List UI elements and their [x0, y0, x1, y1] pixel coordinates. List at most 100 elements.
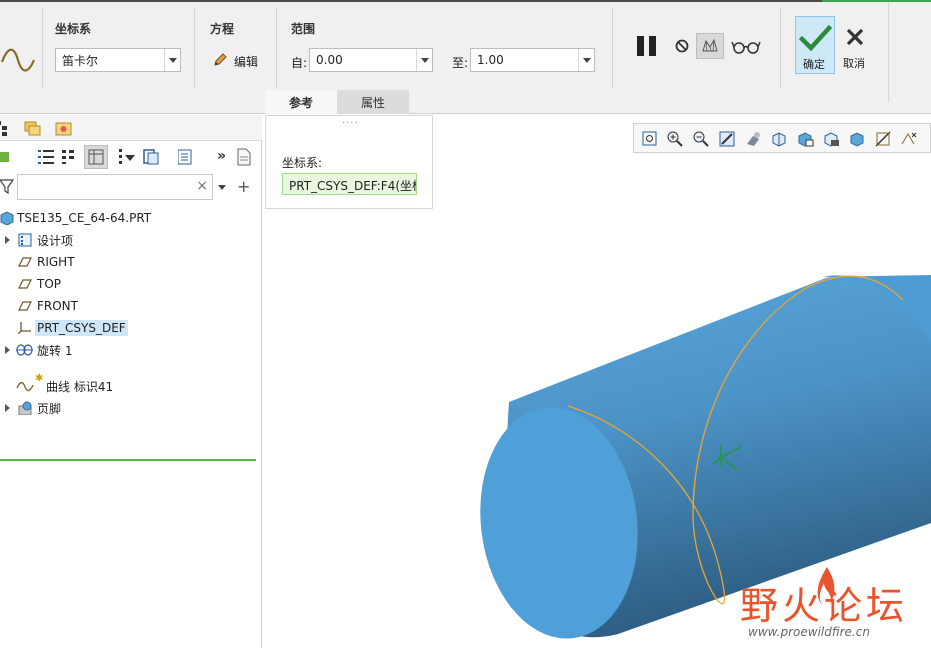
tree-search-input[interactable]: ×	[17, 174, 213, 200]
tab-references-label: 参考	[289, 95, 314, 110]
tree-item-top[interactable]: TOP	[0, 273, 262, 295]
datum-display-icon[interactable]	[874, 130, 892, 148]
chevron-down-icon[interactable]	[416, 49, 432, 71]
verify-button[interactable]	[730, 35, 762, 57]
tab-references[interactable]: 参考	[265, 90, 338, 114]
chevron-down-icon[interactable]	[164, 49, 180, 71]
add-icon[interactable]: +	[237, 177, 250, 196]
range-group-title: 范围	[291, 22, 316, 36]
part-icon	[0, 211, 14, 225]
saved-orientations-icon[interactable]	[770, 130, 788, 148]
separator	[194, 8, 195, 88]
expand-icon[interactable]	[2, 345, 12, 355]
preview-mesh-icon	[702, 38, 718, 52]
tree-settings-icon[interactable]	[38, 149, 56, 165]
document-icon[interactable]	[237, 148, 251, 166]
layer-tree-icon[interactable]	[143, 149, 159, 165]
tree-root-label: TSE135_CE_64-64.PRT	[17, 211, 152, 225]
expand-icon[interactable]	[2, 235, 12, 245]
pause-icon	[637, 36, 656, 56]
to-value-input[interactable]: 1.00	[470, 48, 595, 72]
edit-equation-button[interactable]: 编辑	[212, 50, 262, 70]
chevron-down-icon[interactable]	[218, 185, 226, 190]
model-tree-panel: » × + TSE135_CE_64-64.PRT 设计项 RIGHT TOP …	[0, 115, 262, 648]
datum-plane-icon	[18, 301, 32, 311]
filter-icon[interactable]	[0, 179, 14, 195]
curve-icon	[16, 381, 34, 392]
equation-group-title: 方程	[210, 22, 235, 36]
tree-item-csys[interactable]: PRT_CSYS_DEF	[0, 317, 262, 339]
show-filter-icon[interactable]	[119, 149, 137, 165]
coord-system-collector[interactable]: PRT_CSYS_DEF:F4(坐标	[282, 173, 417, 195]
prohibit-icon	[675, 39, 689, 53]
repaint-icon[interactable]	[718, 130, 736, 148]
pause-button[interactable]	[633, 33, 661, 59]
feature-dashboard: 坐标系 笛卡尔 方程 编辑 范围 自: 0.00 至: 1.00 确定 取消 参…	[0, 0, 931, 114]
refit-icon[interactable]	[641, 130, 659, 148]
tree-list-icon[interactable]	[178, 149, 192, 165]
ok-button[interactable]: 确定	[795, 16, 835, 74]
tree-item-label: RIGHT	[37, 255, 75, 269]
tree-item-footer[interactable]: 页脚	[0, 397, 262, 419]
tree-root[interactable]: TSE135_CE_64-64.PRT	[0, 207, 262, 229]
preview-toggle-button[interactable]	[696, 33, 724, 59]
pencil-icon	[214, 53, 227, 66]
columns-icon	[88, 149, 104, 165]
tree-filter-icon[interactable]	[62, 149, 76, 165]
design-items-icon	[18, 233, 32, 247]
tree-item-label: 旋转 1	[37, 343, 73, 358]
model-icon[interactable]	[0, 149, 10, 165]
app-window: 坐标系 笛卡尔 方程 编辑 范围 自: 0.00 至: 1.00 确定 取消 参…	[0, 0, 931, 648]
close-icon	[846, 28, 864, 46]
checkmark-icon	[798, 24, 833, 52]
from-value: 0.00	[316, 53, 343, 67]
zoom-out-icon[interactable]	[692, 130, 710, 148]
coord-type-dropdown[interactable]: 笛卡尔	[55, 48, 181, 72]
to-value: 1.00	[477, 53, 504, 67]
ok-label: 确定	[803, 58, 825, 71]
tree-item-label: FRONT	[37, 299, 78, 313]
tree-item-front[interactable]: FRONT	[0, 295, 262, 317]
tree-item-curve[interactable]: ✱ 曲线 标识41	[0, 373, 262, 397]
tree-columns-button[interactable]	[84, 145, 108, 169]
edit-label: 编辑	[234, 55, 259, 69]
tree-item-label: TOP	[37, 277, 62, 291]
tab-properties[interactable]: 属性	[337, 90, 410, 114]
separator	[42, 8, 43, 88]
tree-item-right[interactable]: RIGHT	[0, 251, 262, 273]
navigator-tabs	[0, 115, 262, 141]
view-toolbar	[633, 123, 931, 153]
view-manager-icon[interactable]	[796, 130, 814, 148]
references-panel: ···· 坐标系: PRT_CSYS_DEF:F4(坐标	[265, 115, 433, 209]
perspective-icon[interactable]	[822, 130, 840, 148]
favorites-tab-icon[interactable]	[55, 120, 73, 136]
title-border-accent	[822, 0, 931, 2]
csys-icon	[18, 322, 31, 334]
to-label: 至:	[452, 56, 469, 70]
tree-item-revolve[interactable]: 旋转 1	[0, 339, 262, 361]
insert-indicator[interactable]	[0, 459, 256, 461]
separator	[780, 8, 781, 88]
no-preview-button[interactable]	[672, 37, 692, 55]
zoom-in-icon[interactable]	[666, 130, 684, 148]
expand-icon[interactable]	[2, 403, 12, 413]
from-value-input[interactable]: 0.00	[309, 48, 433, 72]
tab-properties-label: 属性	[361, 95, 386, 110]
folder-browser-tab-icon[interactable]	[24, 120, 42, 136]
display-style-icon[interactable]	[744, 130, 762, 148]
tree-toolbar: »	[0, 143, 262, 171]
cancel-button[interactable]: 取消	[840, 16, 870, 74]
model-tree-tab-icon[interactable]	[0, 121, 10, 137]
tree-item-design-items[interactable]: 设计项	[0, 229, 262, 251]
section-icon[interactable]	[848, 130, 866, 148]
from-label: 自:	[291, 56, 308, 70]
chevron-down-icon[interactable]	[578, 49, 594, 71]
curve-from-equation-icon[interactable]	[0, 2, 42, 112]
more-icon[interactable]: »	[217, 148, 226, 164]
annotation-display-icon[interactable]	[900, 130, 918, 148]
coord-group-title: 坐标系	[55, 22, 92, 36]
coord-system-label: 坐标系:	[282, 156, 323, 170]
clear-icon[interactable]: ×	[196, 178, 208, 194]
drag-handle-icon[interactable]: ····	[342, 118, 359, 129]
watermark: 野火论坛 www.proewildfire.cn	[740, 567, 908, 639]
